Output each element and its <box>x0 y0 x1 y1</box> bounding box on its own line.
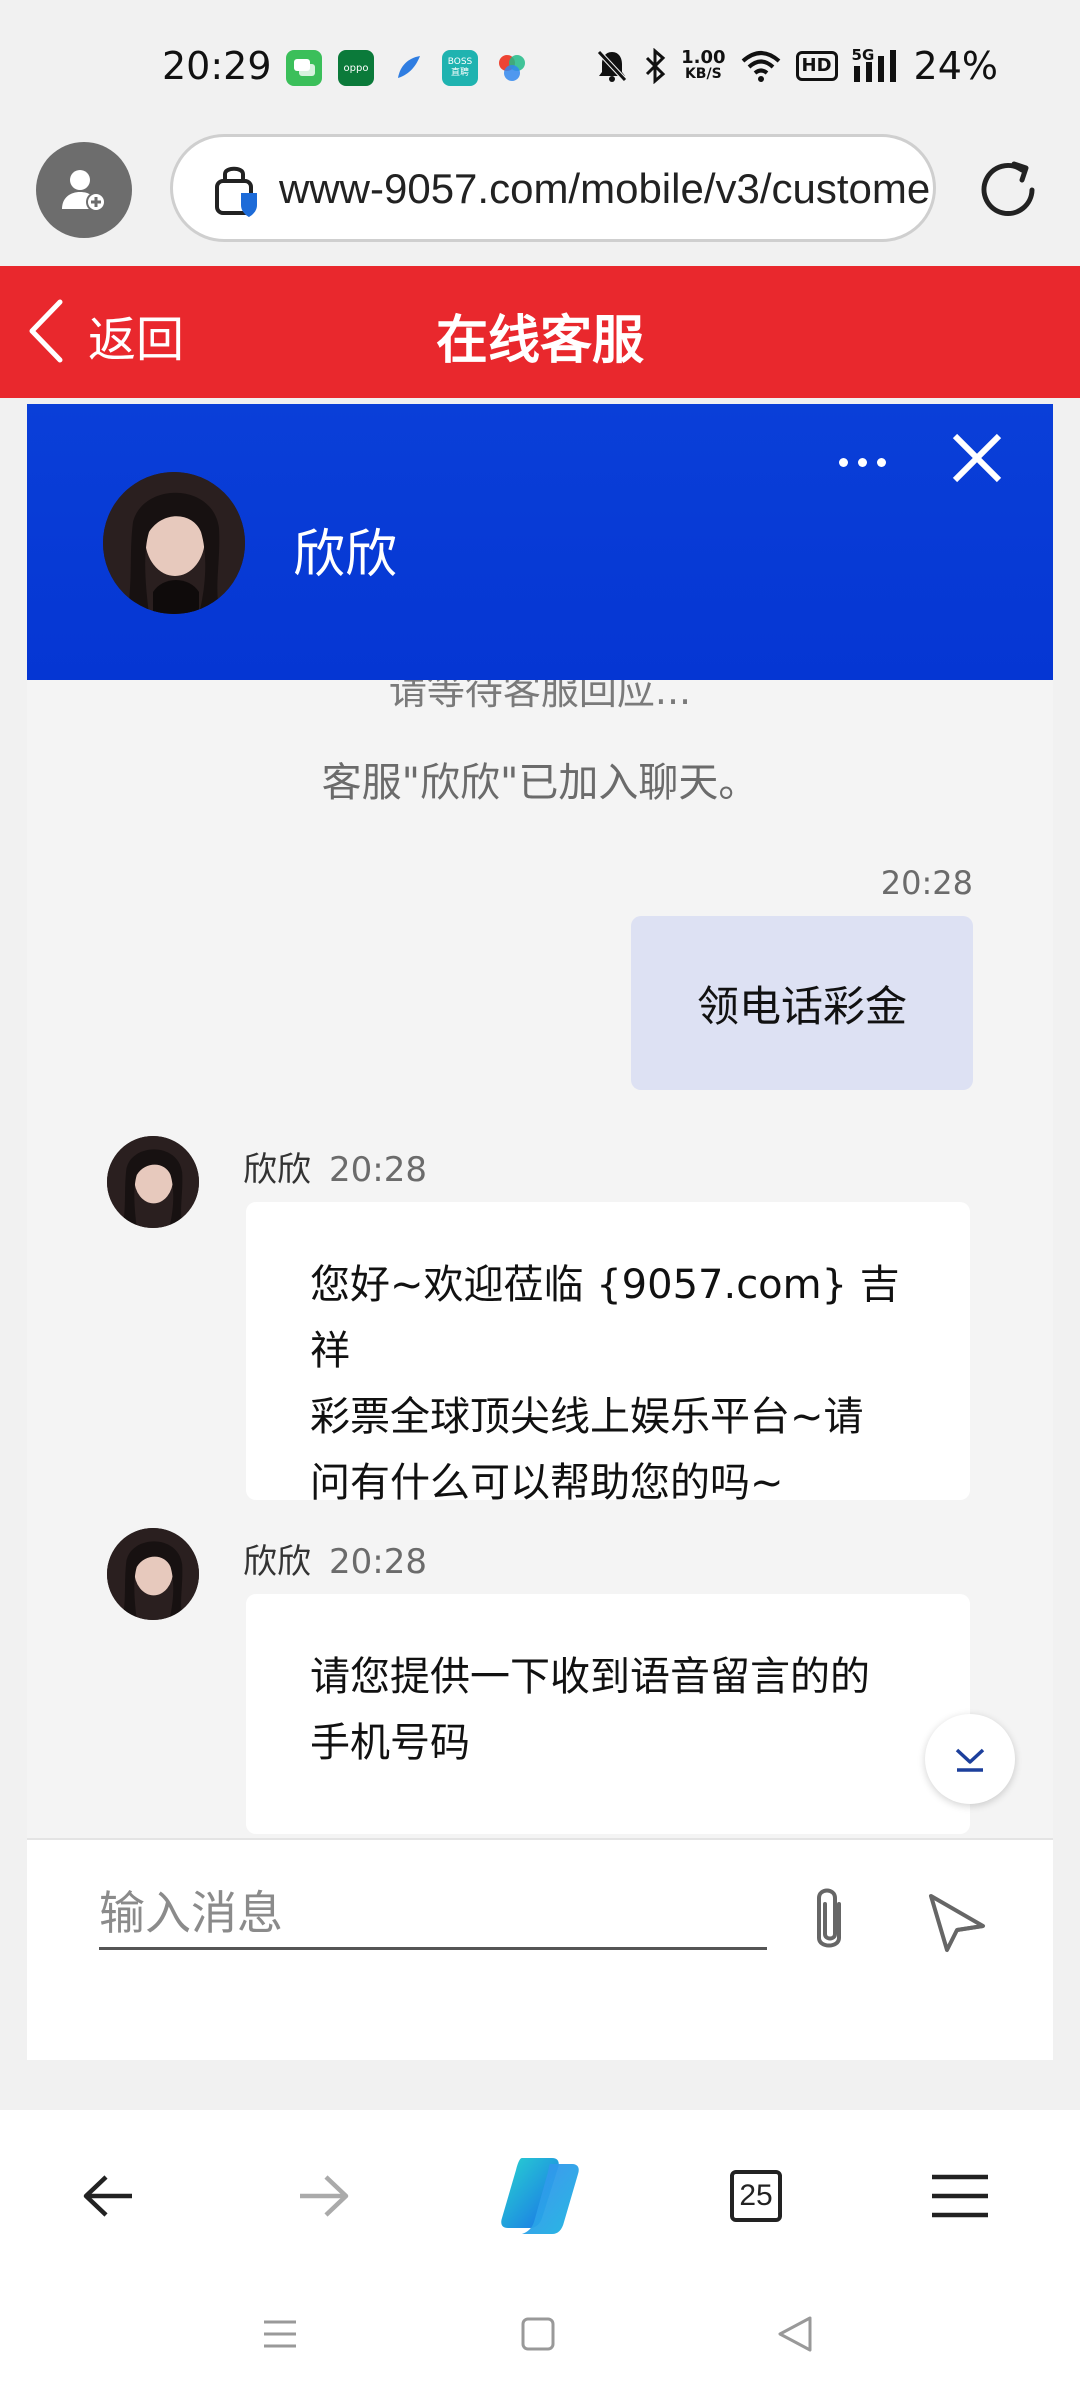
system-navigation-bar <box>0 2278 1080 2400</box>
bluetooth-icon <box>646 48 666 84</box>
close-icon[interactable] <box>949 430 1005 486</box>
oppo-app-icon: oppo <box>338 50 374 86</box>
arrow-right-icon <box>300 2175 349 2217</box>
composer <box>27 1838 1053 2060</box>
menu-button[interactable] <box>920 2156 1000 2236</box>
signal-icon: 5G <box>852 46 900 84</box>
agent-message-bubble: 请您提供一下收到语音留言的的 手机号码 <box>246 1594 970 1834</box>
tabs-button[interactable]: 25 <box>716 2156 796 2236</box>
message-line: 彩票全球顶尖线上娱乐平台~请 <box>310 1394 864 1440</box>
add-profile-icon <box>62 170 106 212</box>
recent-apps-icon[interactable] <box>262 2316 298 2352</box>
paperclip-icon[interactable] <box>801 1882 857 1958</box>
hamburger-icon <box>932 2174 988 2218</box>
status-right: 1.00 KB/S HD 5G 24% <box>595 44 998 88</box>
sender-name: 欣欣 <box>243 1542 311 1582</box>
boss-app-icon: BOSS 直聘 <box>442 50 478 86</box>
boss-app-label-bottom: 直聘 <box>450 68 469 78</box>
secure-lock-icon <box>215 166 257 217</box>
agent-message-bubble: 您好~欢迎莅临 {9057.com} 吉祥 彩票全球顶尖线上娱乐平台~请 问有什… <box>246 1202 970 1506</box>
arrow-left-icon <box>83 2175 132 2217</box>
agent-name: 欣欣 <box>293 525 398 585</box>
battery-level: 24% <box>913 44 998 88</box>
wifi-icon <box>741 51 780 82</box>
message-line: 手机号码 <box>310 1720 470 1766</box>
chevron-left-icon[interactable] <box>24 296 68 366</box>
dot <box>876 457 886 467</box>
browser-toolbar: www-9057.com/mobile/v3/customer <box>0 130 1080 266</box>
chat-window: 欣欣 请等待客服回应... 客服"欣欣"已加入聊天。 20:28 领电话彩金 欣… <box>27 404 1053 2060</box>
home-icon[interactable] <box>520 2316 556 2352</box>
agent-avatar <box>107 1528 199 1620</box>
system-back-icon[interactable] <box>776 2314 814 2354</box>
agent-avatar <box>107 1136 199 1228</box>
status-bar: 20:29 oppo BOSS 直聘 1.00 KB/S HD 5G 24% <box>0 0 1080 130</box>
chat-app-icon <box>286 50 322 86</box>
more-options-button[interactable] <box>827 444 897 480</box>
nav-forward-button[interactable] <box>284 2156 364 2236</box>
message-meta: 欣欣 20:28 <box>243 1142 427 1191</box>
color-app-icon <box>494 50 530 86</box>
copilot-button[interactable] <box>492 2148 588 2244</box>
user-message-bubble: 领电话彩金 <box>631 916 973 1090</box>
dot <box>838 457 848 467</box>
feather-app-icon <box>390 50 426 86</box>
back-button[interactable]: 返回 <box>88 300 184 370</box>
message-line: 问有什么可以帮助您的吗~ <box>310 1460 784 1506</box>
sender-name: 欣欣 <box>243 1150 311 1190</box>
scroll-to-bottom-button[interactable] <box>925 1714 1015 1804</box>
message-line: 请您提供一下收到语音留言的的 <box>310 1654 870 1700</box>
message-input[interactable] <box>99 1878 767 1950</box>
network-speed: 1.00 KB/S <box>681 47 726 83</box>
address-bar[interactable]: www-9057.com/mobile/v3/customer <box>170 134 936 242</box>
system-message: 客服"欣欣"已加入聊天。 <box>321 760 759 806</box>
message-time: 20:28 <box>329 1150 427 1190</box>
page-header: 在线客服 返回 <box>0 266 1080 398</box>
agent-avatar <box>103 472 245 614</box>
boss-app-label-top: BOSS <box>447 57 473 67</box>
message-time: 20:28 <box>329 1542 427 1582</box>
tab-count: 25 <box>730 2170 782 2222</box>
speed-unit: KB/S <box>684 66 722 82</box>
dot <box>857 457 867 467</box>
message-line: 您好~欢迎莅临 {9057.com} 吉祥 <box>310 1262 900 1374</box>
browser-bottom-nav: 25 <box>0 2110 1080 2278</box>
message-meta: 欣欣 20:28 <box>243 1534 427 1583</box>
nav-back-button[interactable] <box>68 2156 148 2236</box>
profile-button[interactable] <box>36 142 132 238</box>
status-time: 20:29 <box>162 44 272 88</box>
copilot-icon <box>501 2158 579 2234</box>
reload-icon[interactable] <box>970 152 1046 228</box>
send-icon[interactable] <box>925 1890 989 1954</box>
url-text: www-9057.com/mobile/v3/customer <box>279 165 936 212</box>
hd-badge: HD <box>795 51 838 81</box>
chevron-down-icon <box>955 1748 985 1772</box>
message-time: 20:28 <box>880 864 973 902</box>
bell-off-icon <box>597 50 627 82</box>
agent-header: 欣欣 <box>27 404 1053 680</box>
speed-value: 1.00 <box>681 47 726 68</box>
